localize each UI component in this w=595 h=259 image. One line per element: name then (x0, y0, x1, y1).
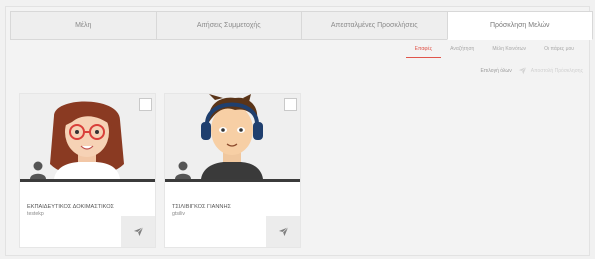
invite-actions: Επιλογή όλων Αποστολή Πρόσκλησης (480, 66, 583, 75)
subtab-my-groups[interactable]: Οι πάρες μου (535, 42, 583, 58)
contact-info: ΕΚΠΑΙΔΕΥΤΙΚΟΣ ΔΟΚΙΜΑΣΤΙΚΟΣ testekp (27, 204, 117, 218)
contact-card: ΕΚΠΑΙΔΕΥΤΙΚΟΣ ΔΟΚΙΜΑΣΤΙΚΟΣ testekp (20, 94, 155, 247)
send-invitation-button[interactable]: Αποστολή Πρόσκλησης (518, 66, 583, 75)
paper-plane-icon (278, 227, 288, 237)
sub-tabs: Επαφές Αναζήτηση Μέλη Κοινότων Οι πάρες … (405, 42, 583, 58)
contact-cards: ΕΚΠΑΙΔΕΥΤΙΚΟΣ ΔΟΚΙΜΑΣΤΙΚΟΣ testekp ΤΣΙΛΙ… (20, 94, 300, 247)
send-invite-button[interactable] (121, 216, 155, 247)
select-contact-checkbox[interactable] (284, 98, 297, 111)
paper-plane-icon (518, 66, 527, 75)
paper-plane-icon (133, 227, 143, 237)
subtab-contacts[interactable]: Επαφές (405, 42, 442, 58)
subtab-community-members[interactable]: Μέλη Κοινότων (483, 42, 535, 58)
subtab-search[interactable]: Αναζήτηση (441, 42, 483, 58)
contact-info: ΤΣΙΛΙΒΙΓΚΟΣ ΓΙΑΝΝΗΣ gtsiliv (172, 204, 262, 218)
tab-members[interactable]: Μέλη (10, 11, 156, 40)
photo-divider (165, 179, 300, 182)
tab-sent-invitations[interactable]: Απεσταλμένες Προσκλήσεις (301, 11, 447, 40)
send-invite-button[interactable] (266, 216, 300, 247)
tab-invite-members[interactable]: Πρόσκληση Μελών (446, 11, 593, 40)
tab-membership-requests[interactable]: Αιτήσεις Συμμετοχής (155, 11, 301, 40)
send-invitation-label: Αποστολή Πρόσκλησης (530, 67, 583, 74)
select-contact-checkbox[interactable] (139, 98, 152, 111)
main-tabs: Μέλη Αιτήσεις Συμμετοχής Απεσταλμένες Πρ… (10, 11, 593, 40)
select-all-link[interactable]: Επιλογή όλων (480, 68, 511, 74)
contact-username: gtsiliv (172, 211, 185, 217)
photo-divider (20, 179, 155, 182)
contact-name: ΤΣΙΛΙΒΙΓΚΟΣ ΓΙΑΝΝΗΣ (172, 204, 231, 210)
user-silhouette-icon (30, 161, 46, 179)
contact-card: ΤΣΙΛΙΒΙΓΚΟΣ ΓΙΑΝΝΗΣ gtsiliv (165, 94, 300, 247)
contact-username: testekp (27, 211, 44, 217)
user-silhouette-icon (175, 161, 191, 179)
contact-name: ΕΚΠΑΙΔΕΥΤΙΚΟΣ ΔΟΚΙΜΑΣΤΙΚΟΣ (27, 204, 115, 210)
